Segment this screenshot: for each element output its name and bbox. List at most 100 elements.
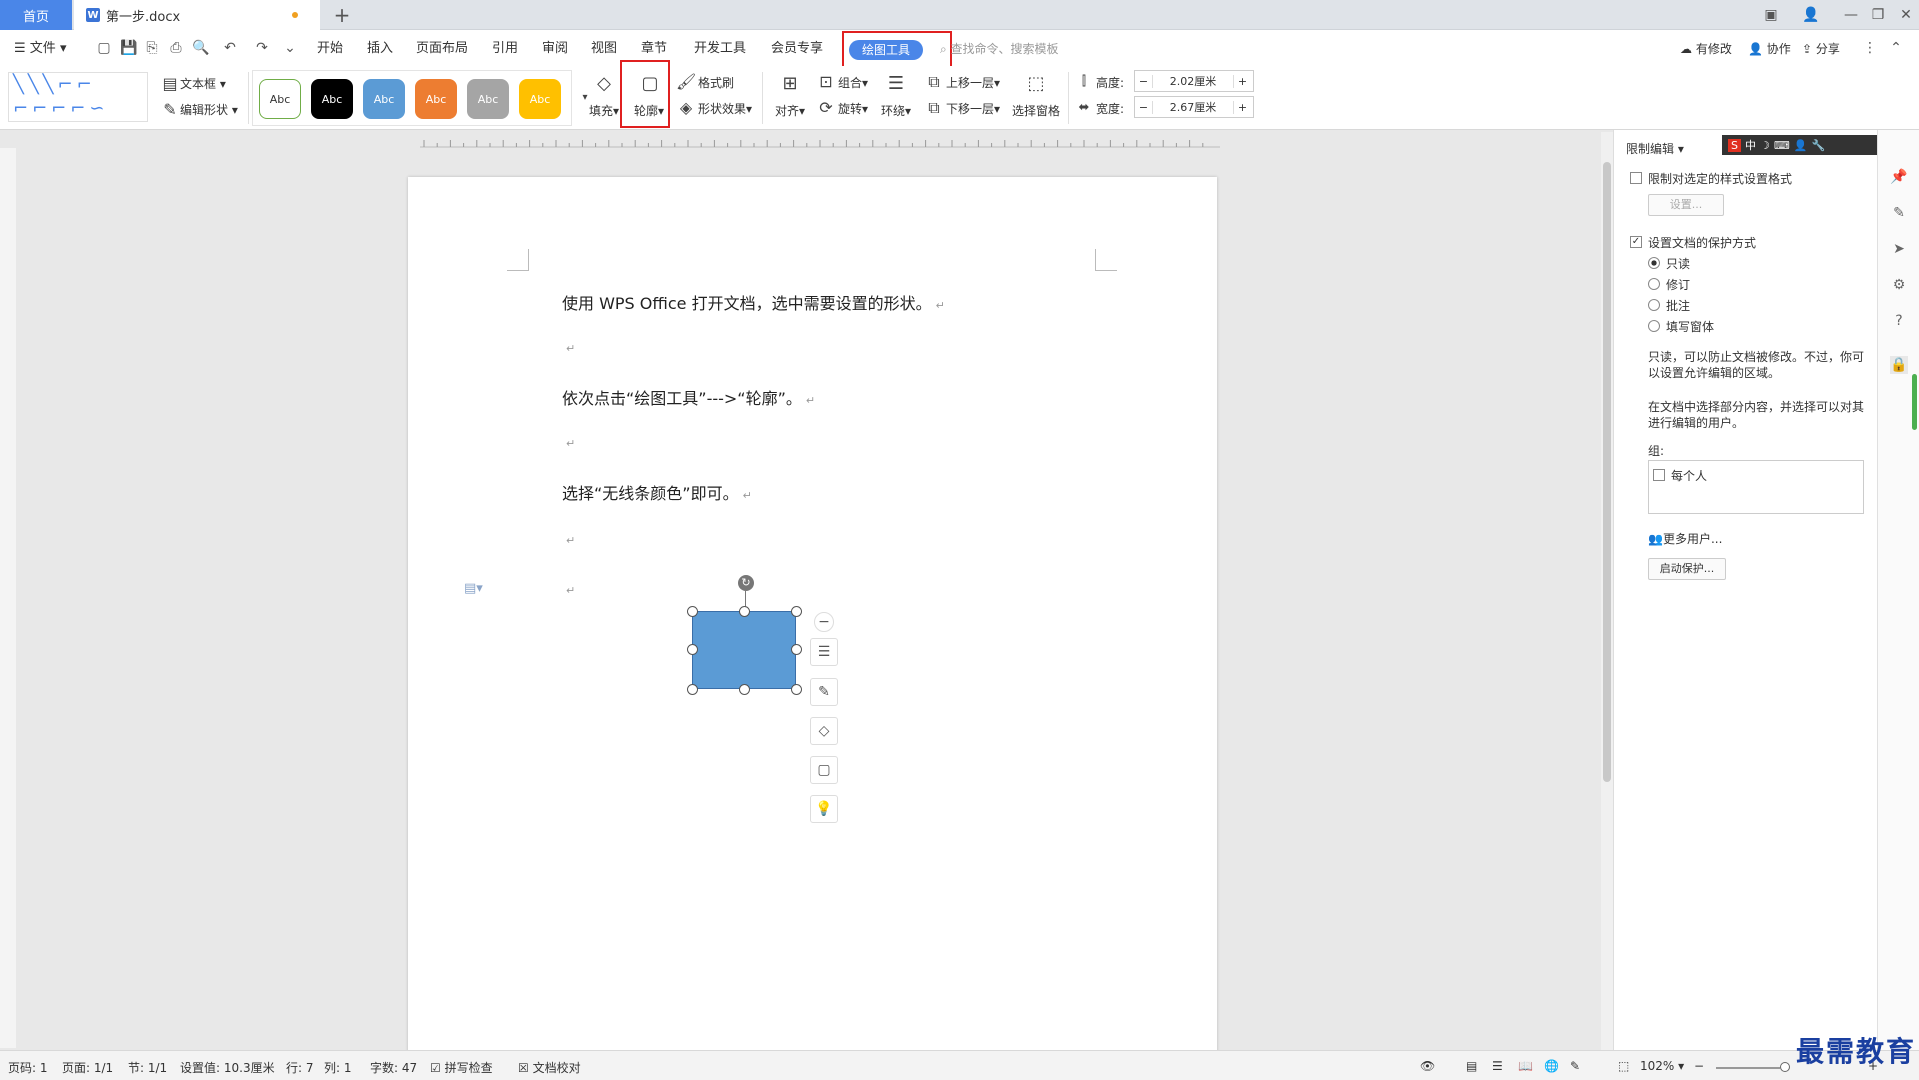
zoom-level[interactable]: 102% ▾ <box>1640 1059 1684 1073</box>
sliders-icon[interactable]: ⚙ <box>1890 276 1908 294</box>
paragraph-empty-3[interactable]: ↵ <box>562 529 575 548</box>
textbox-button[interactable]: 文本框 ▾ <box>180 75 226 92</box>
modified-button[interactable]: ☁ 有修改 <box>1680 39 1732 59</box>
rotate-handle-icon[interactable]: ↻ <box>738 575 754 591</box>
menu-reference[interactable]: 引用 <box>492 39 518 59</box>
style-swatch-5[interactable]: Abc <box>467 79 509 119</box>
style-swatch-4[interactable]: Abc <box>415 79 457 119</box>
menu-member[interactable]: 会员专享 <box>771 39 823 59</box>
web-view-icon[interactable]: 🌐 <box>1544 1059 1559 1073</box>
height-decrease-button[interactable]: − <box>1135 74 1153 88</box>
menu-dev-tools[interactable]: 开发工具 <box>694 39 746 59</box>
width-stepper[interactable]: − 2.67厘米 + <box>1134 96 1254 118</box>
export-icon[interactable]: ⎘ <box>144 40 160 56</box>
style-swatch-2[interactable]: Abc <box>311 79 353 119</box>
radio-form[interactable] <box>1648 320 1660 332</box>
fit-page-icon[interactable]: ⬚ <box>1618 1059 1629 1073</box>
print-icon[interactable]: ⎙ <box>168 40 184 56</box>
style-swatch-1[interactable]: Abc <box>259 79 301 119</box>
shape-fill-icon[interactable]: ◇ <box>810 717 838 745</box>
paragraph-2[interactable]: 依次点击“绘图工具”--->“轮廓”。 ↵ <box>562 385 815 409</box>
send-backward-button[interactable]: 下移一层▾ <box>946 100 1000 117</box>
group-button[interactable]: 组合▾ <box>838 74 868 91</box>
write-view-icon[interactable]: ✎ <box>1570 1059 1580 1073</box>
vertical-ruler[interactable] <box>0 148 16 1048</box>
resize-handle-bl[interactable] <box>687 684 698 695</box>
style-swatch-6[interactable]: Abc <box>519 79 561 119</box>
spell-check-button[interactable]: ☑ 拼写检查 <box>430 1059 493 1076</box>
resize-handle-t[interactable] <box>739 606 750 617</box>
proofread-button[interactable]: ☒ 文档校对 <box>518 1059 581 1076</box>
rotate-button[interactable]: 旋转▾ <box>838 100 868 117</box>
resize-handle-l[interactable] <box>687 644 698 655</box>
menu-page-layout[interactable]: 页面布局 <box>416 39 468 59</box>
status-page[interactable]: 页面: 1/1 <box>62 1059 113 1076</box>
start-protect-button[interactable]: 启动保护... <box>1648 558 1726 580</box>
page-view-icon[interactable]: ▤ <box>1466 1059 1477 1073</box>
menu-start[interactable]: 开始 <box>317 39 343 59</box>
document-page[interactable]: 使用 WPS Office 打开文档，选中需要设置的形状。 ↵ ↵ 依次点击“绘图… <box>408 177 1217 1057</box>
outline-view-icon[interactable]: ☰ <box>1492 1059 1503 1073</box>
more-icon[interactable]: ⋮ <box>1862 40 1878 56</box>
shape-effect-button[interactable]: 形状效果▾ <box>698 100 752 117</box>
edit-shape-button[interactable]: 编辑形状 ▾ <box>180 101 238 118</box>
bring-forward-button[interactable]: 上移一层▾ <box>946 74 1000 91</box>
settings-button[interactable]: 设置... <box>1648 194 1724 216</box>
paragraph-1[interactable]: 使用 WPS Office 打开文档，选中需要设置的形状。 ↵ <box>562 290 945 314</box>
width-value[interactable]: 2.67厘米 <box>1153 99 1233 115</box>
restrict-format-checkbox[interactable] <box>1630 172 1642 184</box>
cursor-icon[interactable]: ➤ <box>1890 240 1908 258</box>
resize-handle-tr[interactable] <box>791 606 802 617</box>
resize-handle-br[interactable] <box>791 684 802 695</box>
read-view-icon[interactable]: 📖 <box>1518 1059 1533 1073</box>
height-stepper[interactable]: − 2.02厘米 + <box>1134 70 1254 92</box>
paragraph-layout-icon[interactable]: ▤▾ <box>464 581 483 596</box>
tab-document[interactable]: W 第一步.docx <box>74 0 320 30</box>
fill-button[interactable]: 填充▾ <box>589 102 619 119</box>
zoom-slider[interactable] <box>1716 1067 1780 1069</box>
collaborate-button[interactable]: 👤 协作 <box>1748 39 1791 59</box>
quick-access-more-icon[interactable]: ⌄ <box>282 40 298 56</box>
resize-handle-b[interactable] <box>739 684 750 695</box>
more-users-link[interactable]: 👥更多用户... <box>1648 530 1722 547</box>
resize-handle-r[interactable] <box>791 644 802 655</box>
wrap-button[interactable]: 环绕▾ <box>881 102 911 119</box>
menu-view[interactable]: 视图 <box>591 39 617 59</box>
menu-chapter[interactable]: 章节 <box>641 39 667 59</box>
shape-gallery[interactable]: ╲╲╲⌐⌐ ⌐⌐⌐⌐∽ <box>8 72 148 122</box>
horizontal-ruler[interactable] <box>420 132 1220 148</box>
collapse-ribbon-icon[interactable]: ⌃ <box>1888 40 1904 56</box>
tab-home[interactable]: 首页 <box>0 0 72 30</box>
paragraph-empty-1[interactable]: ↵ <box>562 337 575 356</box>
paragraph-empty-2[interactable]: ↵ <box>562 432 575 451</box>
pin-icon[interactable]: 📌 <box>1890 168 1908 186</box>
width-decrease-button[interactable]: − <box>1135 100 1153 114</box>
status-section[interactable]: 节: 1/1 <box>128 1059 167 1076</box>
avatar[interactable]: 👤 <box>1795 0 1827 30</box>
protect-method-checkbox[interactable]: ✓ <box>1630 236 1642 248</box>
redo-icon[interactable]: ↷ <box>254 40 270 56</box>
height-value[interactable]: 2.02厘米 <box>1153 73 1233 89</box>
pen-icon[interactable]: ✎ <box>1890 204 1908 222</box>
idea-bulb-icon[interactable]: 💡 <box>810 795 838 823</box>
status-setting[interactable]: 设置值: 10.3厘米 <box>180 1059 275 1076</box>
vertical-scrollbar[interactable] <box>1601 132 1613 1050</box>
shape-style-pen-icon[interactable]: ✎ <box>810 678 838 706</box>
users-list[interactable]: 每个人 <box>1648 460 1864 514</box>
zoom-slider-thumb[interactable] <box>1780 1062 1790 1072</box>
align-button[interactable]: 对齐▾ <box>775 102 805 119</box>
status-words[interactable]: 字数: 47 <box>370 1059 417 1076</box>
help-icon[interactable]: ? <box>1890 312 1908 330</box>
lock-icon[interactable]: 🔒 <box>1890 356 1908 374</box>
everyone-checkbox[interactable] <box>1653 469 1665 481</box>
status-page-code[interactable]: 页码: 1 <box>8 1059 48 1076</box>
format-painter-button[interactable]: 格式刷 <box>698 74 734 91</box>
radio-readonly[interactable] <box>1648 257 1660 269</box>
file-menu[interactable]: ☰ 文件 ▾ <box>14 39 66 59</box>
panel-title[interactable]: 限制编辑 ▾ <box>1626 140 1684 157</box>
new-doc-icon[interactable]: ▢ <box>96 40 112 56</box>
style-swatch-3[interactable]: Abc <box>363 79 405 119</box>
scrollbar-thumb[interactable] <box>1603 162 1611 782</box>
shape-outline-icon[interactable]: ▢ <box>810 756 838 784</box>
selection-pane-button[interactable]: 选择窗格 <box>1012 102 1060 119</box>
